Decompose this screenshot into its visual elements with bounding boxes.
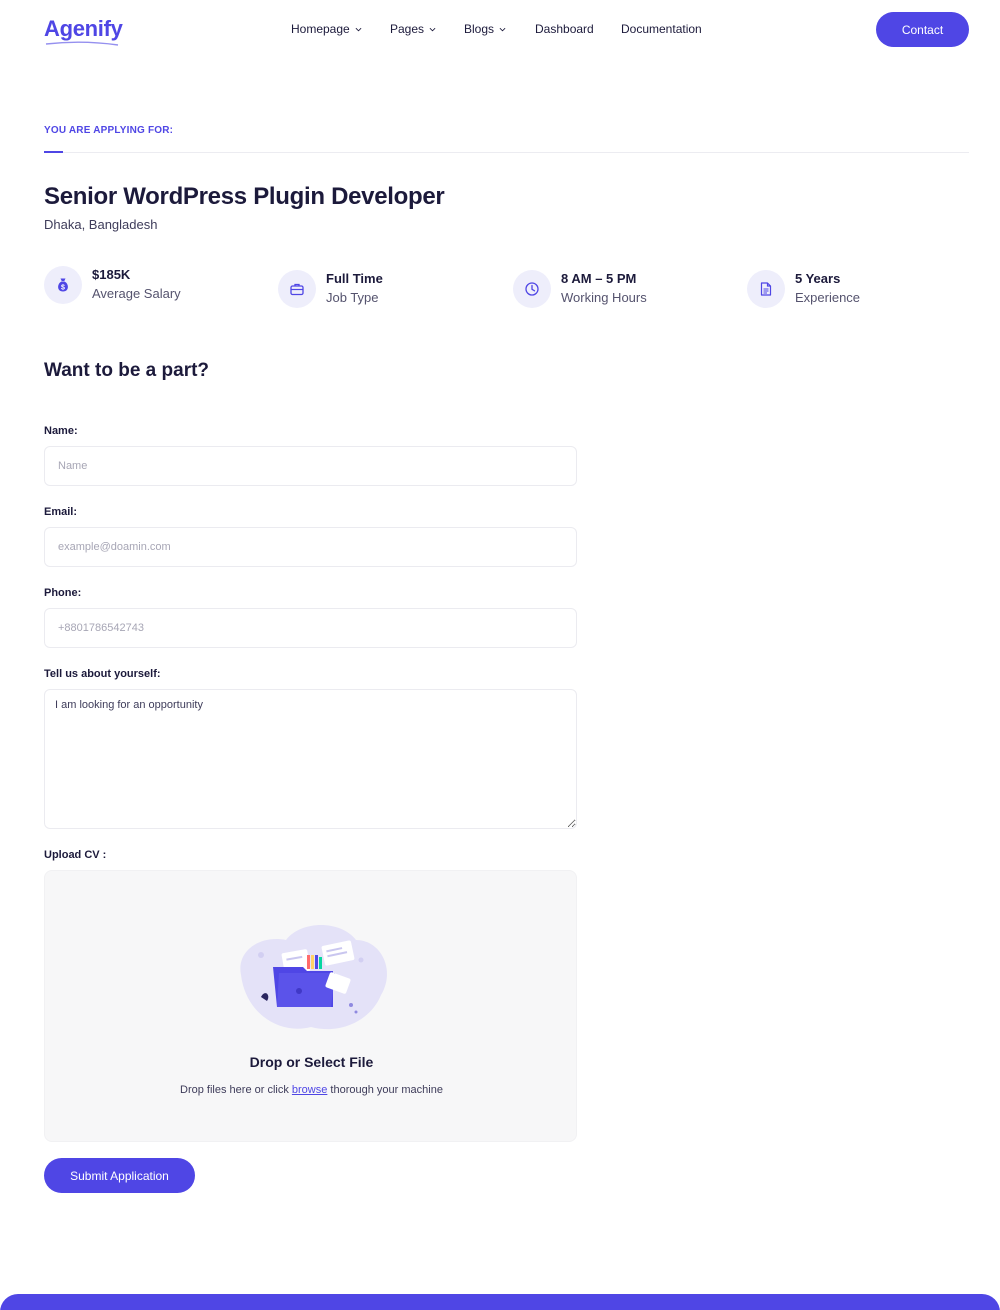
email-input[interactable] [44, 527, 577, 567]
phone-label: Phone: [44, 587, 82, 599]
nav-item-homepage[interactable]: Homepage [291, 22, 362, 36]
footer-band [0, 1294, 1000, 1310]
stat-label: Experience [795, 290, 861, 305]
document-icon [747, 270, 785, 308]
divider-accent [44, 151, 63, 153]
job-location: Dhaka, Bangladesh [44, 217, 158, 232]
stat-value: 8 AM – 5 PM [561, 271, 637, 286]
upload-title: Drop or Select File [249, 1054, 374, 1070]
nav-item-label: Homepage [291, 22, 350, 36]
folder-upload-illustration [240, 925, 387, 1030]
applying-label: YOU ARE APPLYING FOR: [44, 125, 174, 136]
stat-salary: $ $185K Average Salary [44, 264, 244, 308]
chevron-down-icon [429, 27, 436, 31]
money-bag-icon: $ [44, 266, 82, 304]
phone-input[interactable] [44, 608, 577, 648]
nav-item-documentation[interactable]: Documentation [621, 22, 702, 36]
upload-cv-label: Upload CV : [44, 849, 107, 861]
stat-working-hours: 8 AM – 5 PM Working Hours [513, 268, 713, 312]
stat-label: Working Hours [561, 290, 647, 305]
stat-label: Job Type [326, 290, 379, 305]
job-title: Senior WordPress Plugin Developer [44, 183, 445, 210]
browse-link[interactable]: browse [292, 1084, 327, 1096]
nav-item-label: Pages [390, 22, 425, 36]
upload-desc-text: thorough your machine [327, 1084, 443, 1096]
about-label: Tell us about yourself: [44, 668, 161, 680]
stat-label: Average Salary [92, 286, 181, 301]
submit-application-button[interactable]: Submit Application [44, 1158, 195, 1193]
stat-value: 5 Years [795, 271, 841, 286]
about-textarea[interactable]: I am looking for an opportunity [44, 689, 577, 829]
chevron-down-icon [355, 27, 362, 31]
contact-button[interactable]: Contact [876, 12, 969, 47]
upload-desc-text: Drop files here or click [180, 1084, 292, 1096]
stat-value: Full Time [326, 271, 383, 286]
file-dropzone[interactable]: Drop or Select File Drop files here or c… [44, 870, 577, 1142]
site-header: Agenify Homepage Pages Blogs Dashboard D… [0, 0, 1000, 60]
nav-item-dashboard[interactable]: Dashboard [535, 22, 594, 36]
briefcase-icon [278, 270, 316, 308]
name-input[interactable] [44, 446, 577, 486]
form-section-title: Want to be a part? [44, 360, 210, 381]
nav-item-label: Dashboard [535, 22, 594, 36]
stat-experience: 5 Years Experience [747, 268, 947, 312]
stat-job-type: Full Time Job Type [278, 268, 478, 312]
nav-item-blogs[interactable]: Blogs [464, 22, 506, 36]
nav-item-label: Documentation [621, 22, 702, 36]
stat-value: $185K [92, 267, 131, 282]
logo-swoosh [45, 41, 119, 46]
name-label: Name: [44, 425, 78, 437]
nav-item-pages[interactable]: Pages [390, 22, 436, 36]
upload-description: Drop files here or click browse thorough… [45, 1084, 578, 1096]
email-label: Email: [44, 506, 78, 518]
nav-item-label: Blogs [464, 22, 495, 36]
divider [44, 152, 969, 153]
clock-icon [513, 270, 551, 308]
svg-text:$: $ [61, 284, 65, 291]
chevron-down-icon [499, 27, 506, 31]
